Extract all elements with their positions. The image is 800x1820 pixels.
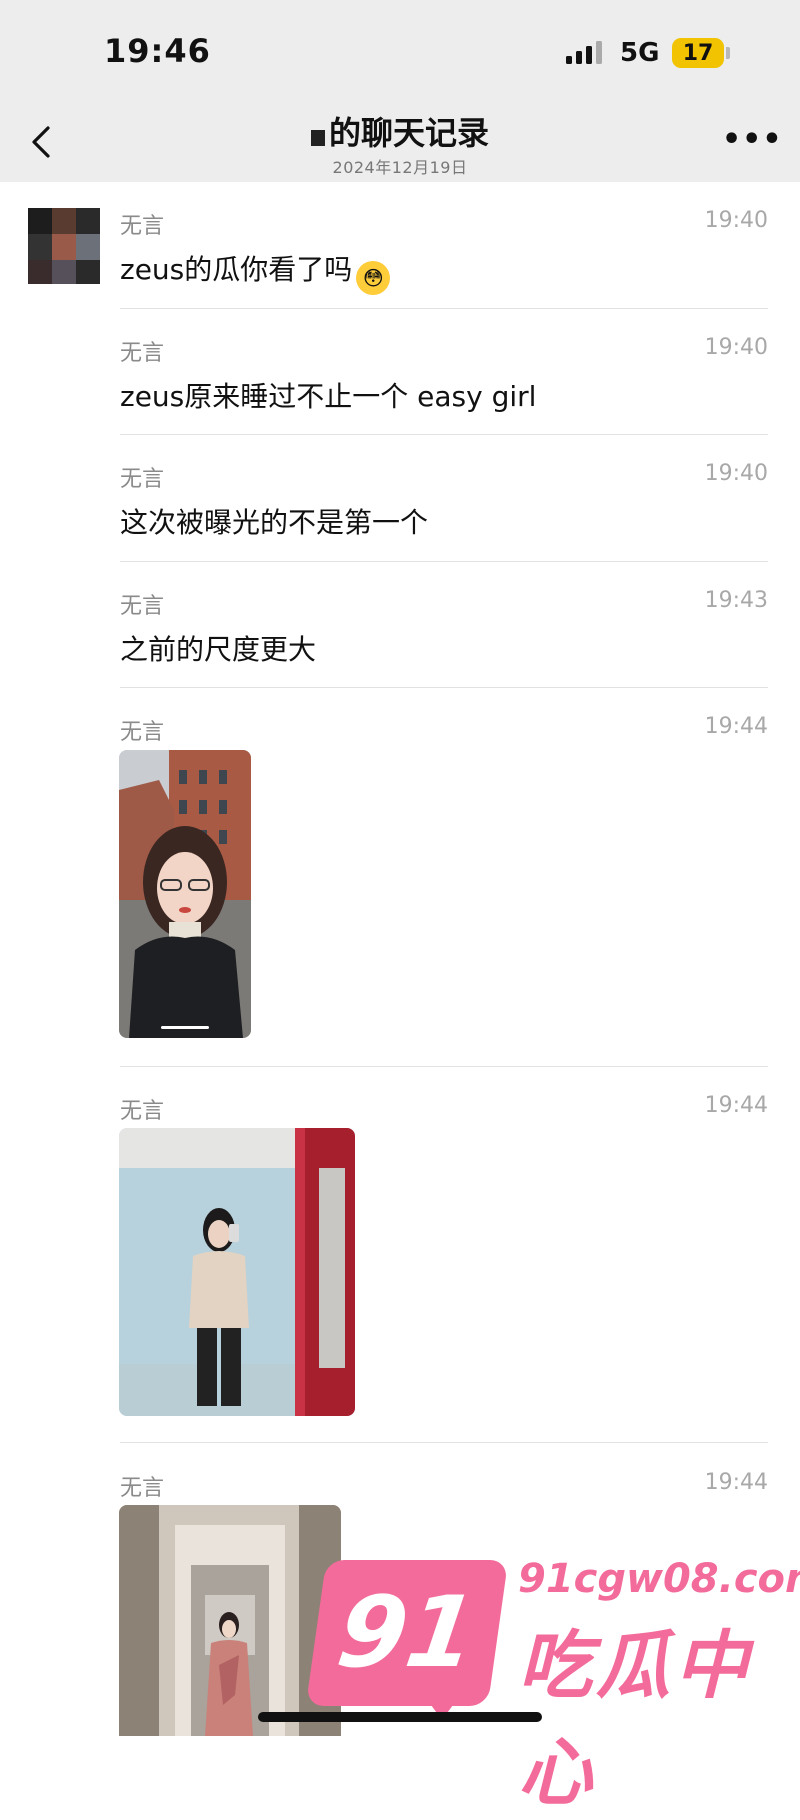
sender-name: 无言 [120, 720, 165, 745]
watermark-number: 91 [330, 1576, 484, 1690]
redacted-name [310, 130, 325, 146]
nav-bar: 的聊天记录 2024年12月19日 ••• [0, 100, 800, 182]
message-time: 19:40 [704, 335, 768, 360]
divider [120, 1066, 768, 1067]
page-title: 的聊天记录 [328, 114, 489, 152]
signal-bars-icon [566, 41, 602, 64]
mirror-selfie-photo-elevator[interactable] [119, 1128, 355, 1416]
message-time: 19:44 [704, 1470, 768, 1495]
list-item: 无言 19:40 zeus原来睡过不止一个 easy girl [120, 335, 768, 413]
sender-name: 无言 [120, 214, 165, 239]
flushed-face-emoji-icon: 😳 [356, 261, 391, 295]
message-time: 19:44 [704, 1093, 768, 1118]
list-item: 无言 19:40 这次被曝光的不是第一个 [120, 461, 768, 539]
sender-name: 无言 [120, 1099, 165, 1124]
chevron-left-icon[interactable] [26, 122, 56, 162]
network-type: 5G [620, 38, 660, 68]
divider [120, 687, 768, 688]
divider [120, 434, 768, 435]
message-text[interactable]: 之前的尺度更大 [120, 628, 316, 668]
mirror-selfie-photo-hallway[interactable] [119, 1505, 341, 1736]
page-date: 2024年12月19日 [332, 158, 468, 177]
battery-icon: 17 [672, 38, 724, 68]
sender-name: 无言 [120, 341, 165, 366]
message-time: 19:40 [704, 208, 768, 233]
battery-cap [726, 47, 730, 59]
list-item: 无言 19:43 之前的尺度更大 [120, 588, 768, 666]
message-time: 19:43 [704, 588, 768, 613]
more-icon[interactable]: ••• [722, 125, 782, 155]
watermark-brand: 吃瓜中心 [518, 1623, 752, 1816]
home-indicator[interactable] [258, 1712, 542, 1722]
divider [120, 1442, 768, 1443]
avatar[interactable] [28, 208, 100, 284]
sender-name: 无言 [120, 594, 165, 619]
message-text[interactable]: zeus原来睡过不止一个 easy girl [120, 375, 536, 415]
message-text[interactable]: zeus的瓜你看了吗 😳 [120, 248, 391, 295]
divider [120, 561, 768, 562]
watermark-url: 91cgw08.com [518, 1556, 800, 1602]
message-text[interactable]: 这次被曝光的不是第一个 [120, 501, 428, 541]
list-item: 无言 19:44 [120, 714, 768, 745]
sender-name: 无言 [120, 467, 165, 492]
list-item: 无言 19:40 zeus的瓜你看了吗 😳 [120, 208, 768, 295]
divider [120, 308, 768, 309]
selfie-photo-outdoor[interactable] [119, 750, 251, 1038]
status-time: 19:46 [104, 32, 211, 70]
sender-name: 无言 [120, 1476, 165, 1501]
list-item: 无言 19:44 [120, 1093, 768, 1124]
page-title-block: 的聊天记录 2024年12月19日 [250, 108, 550, 178]
battery-level: 17 [682, 40, 714, 66]
message-time: 19:44 [704, 714, 768, 739]
list-item: 无言 19:44 [120, 1470, 768, 1501]
watermark-badge: 91 [305, 1560, 509, 1706]
status-bar: 19:46 5G 17 [0, 0, 800, 100]
message-time: 19:40 [704, 461, 768, 486]
